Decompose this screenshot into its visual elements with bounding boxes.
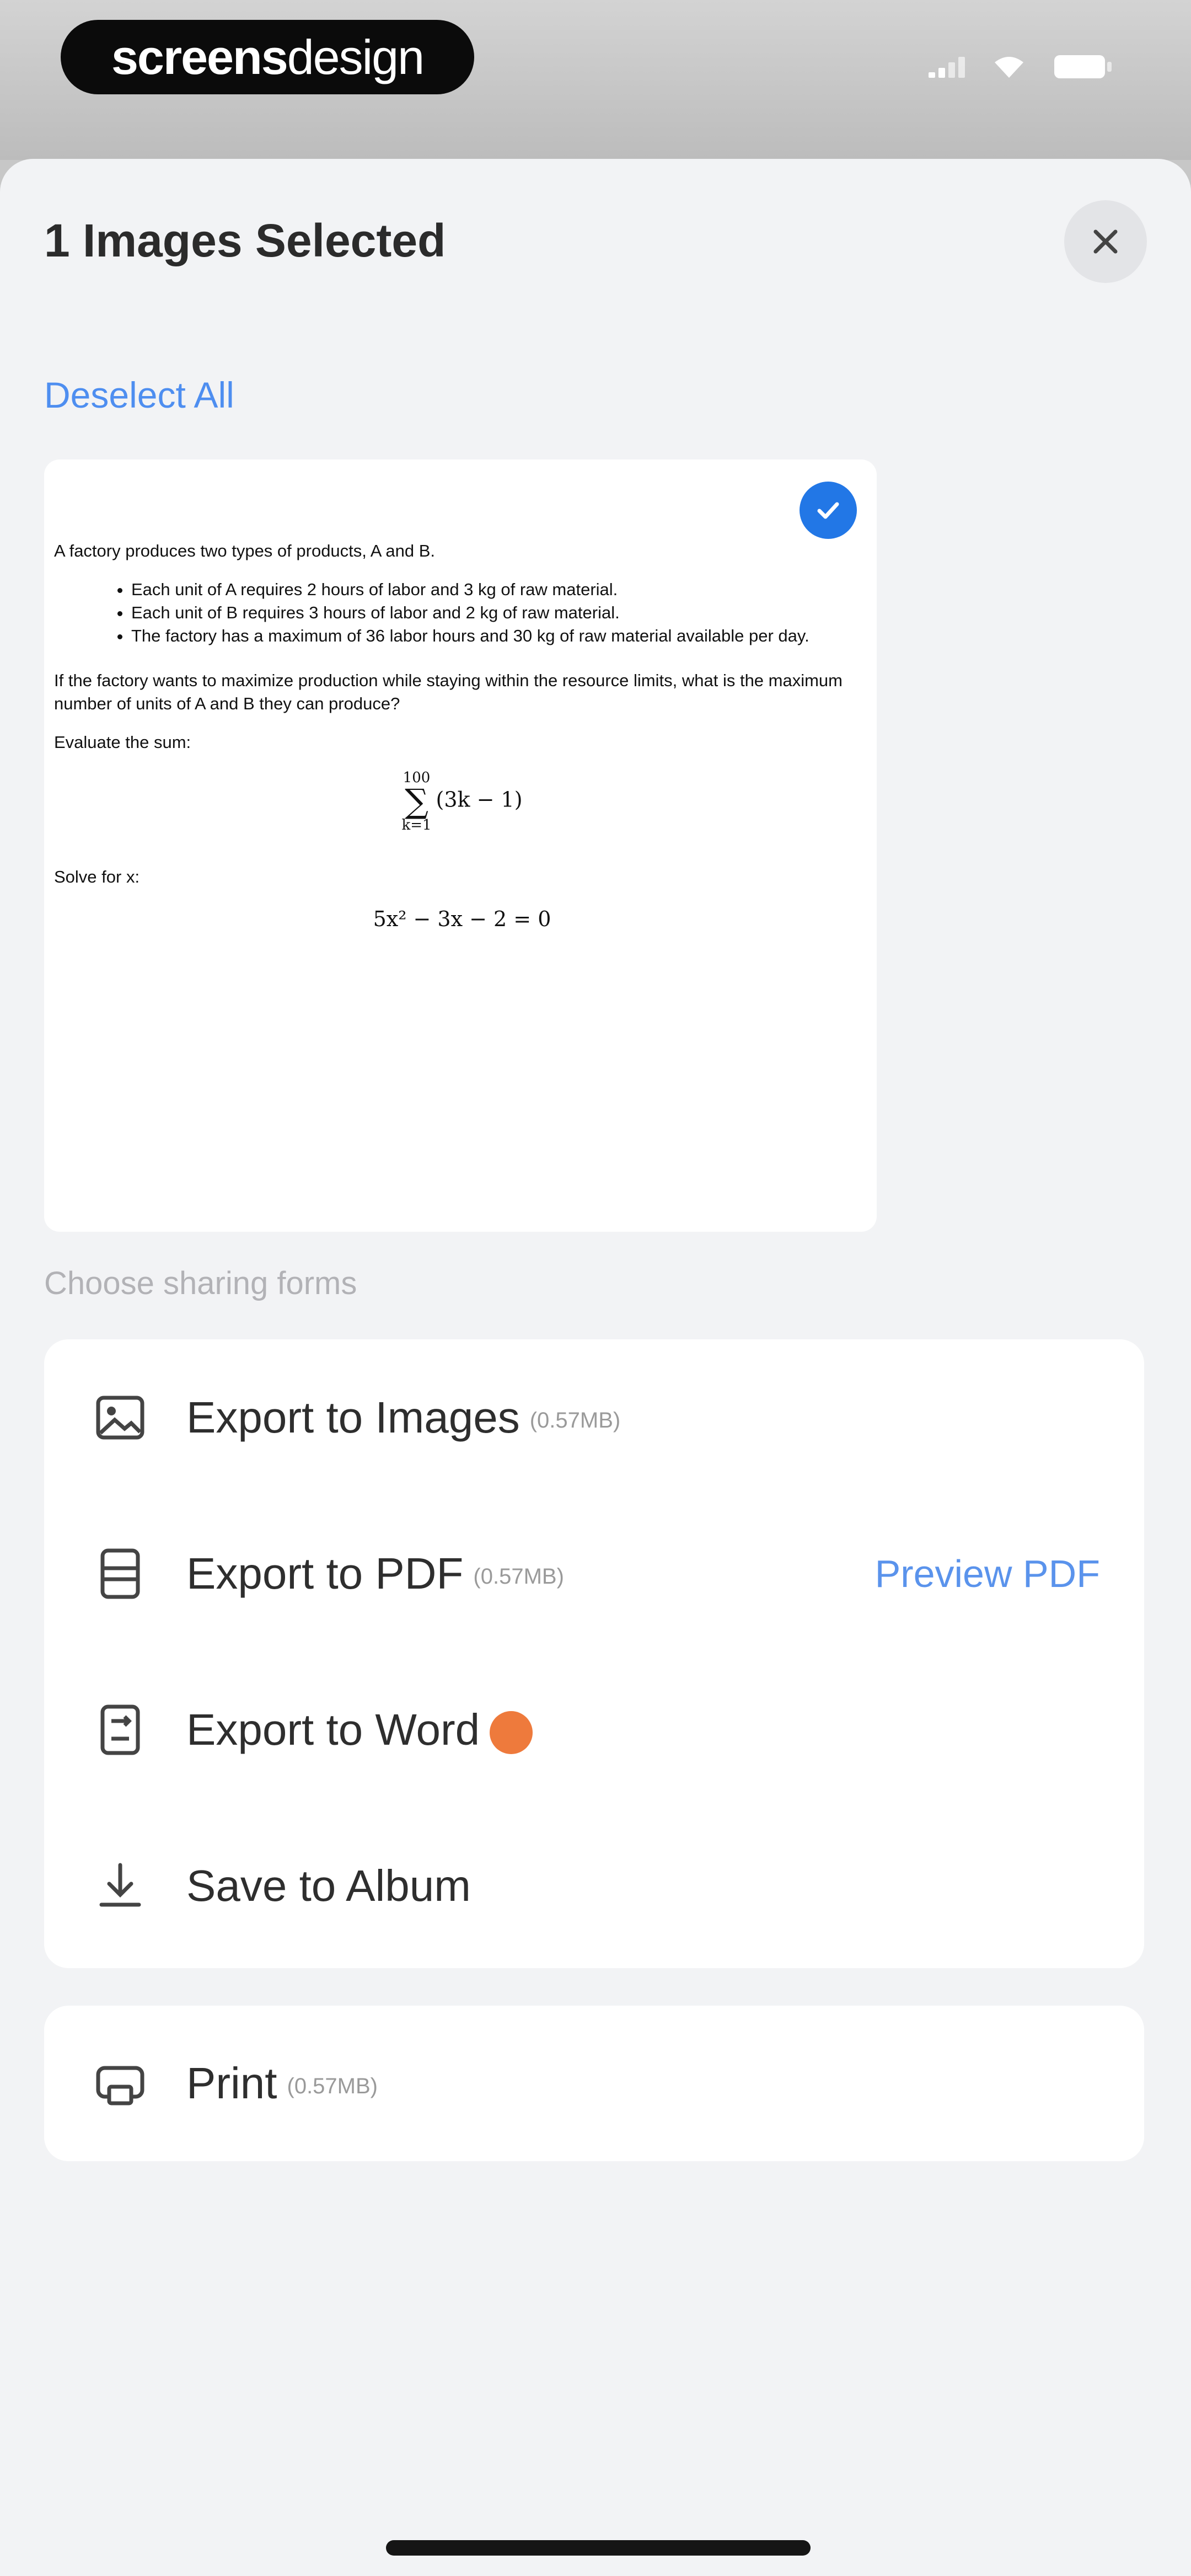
download-icon <box>99 1863 141 1906</box>
export-images-option[interactable]: Export to Images (0.57MB) <box>44 1339 1144 1495</box>
file-size: (0.57MB) <box>473 1564 564 1589</box>
share-sheet: 1 Images Selected Deselect All A factory… <box>0 159 1191 2576</box>
doc-bullet: Each unit of A requires 2 hours of labor… <box>131 578 870 601</box>
brand-logo: screens design <box>61 20 474 94</box>
selected-image-thumbnail[interactable]: A factory produces two types of products… <box>44 459 877 1232</box>
doc-question: If the factory wants to maximize product… <box>54 671 843 714</box>
preview-pdf-link[interactable]: Preview PDF <box>875 1552 1100 1596</box>
sum-expression: (3k − 1) <box>436 787 523 812</box>
cellular-signal-icon <box>929 56 965 78</box>
print-label: Print <box>186 2059 277 2108</box>
save-to-album-option[interactable]: Save to Album <box>44 1808 1144 1964</box>
export-pdf-option[interactable]: Export to PDF (0.57MB) Preview PDF <box>44 1495 1144 1652</box>
doc-bullet: Each unit of B requires 3 hours of labor… <box>131 601 870 624</box>
print-icon <box>96 2066 144 2105</box>
print-card: Print (0.57MB) <box>44 2006 1144 2161</box>
export-word-label: Export to Word <box>186 1704 480 1754</box>
sharing-options-card: Export to Images (0.57MB) Export to PDF (0… <box>44 1339 1144 1968</box>
doc-bullet: The factory has a maximum of 36 labor ho… <box>131 624 870 648</box>
document-preview: A factory produces two types of products… <box>54 539 870 966</box>
file-size: (0.57MB) <box>287 2074 378 2099</box>
export-images-label: Export to Images <box>186 1392 520 1442</box>
doc-bullet-list: Each unit of A requires 2 hours of labor… <box>54 578 870 648</box>
doc-equation: 5x² − 3x − 2 = 0 <box>373 906 551 931</box>
export-pdf-label: Export to PDF <box>186 1548 464 1598</box>
home-indicator[interactable] <box>386 2540 811 2556</box>
wifi-icon <box>993 55 1026 79</box>
premium-badge-icon <box>490 1711 533 1755</box>
brand-logo-bold: screens <box>111 29 288 84</box>
doc-sum-formula: 100 ∑ k=1(3k − 1) <box>401 769 523 833</box>
deselect-all-button[interactable]: Deselect All <box>44 374 234 416</box>
pdf-icon <box>100 1548 140 1599</box>
doc-intro: A factory produces two types of products… <box>54 541 436 560</box>
save-to-album-label: Save to Album <box>186 1861 471 1910</box>
file-size: (0.57MB) <box>529 1408 621 1433</box>
status-bar: screens design <box>0 0 1191 160</box>
status-icons <box>929 53 1114 81</box>
print-option[interactable]: Print (0.57MB) <box>44 2006 1144 2161</box>
sharing-section-label: Choose sharing forms <box>44 1265 357 1301</box>
sum-lower: k=1 <box>401 816 432 833</box>
battery-icon <box>1053 53 1114 81</box>
doc-evaluate-label: Evaluate the sum: <box>54 733 191 752</box>
brand-logo-light: design <box>287 29 425 84</box>
sheet-title: 1 Images Selected <box>44 215 446 266</box>
close-button[interactable] <box>1064 200 1147 283</box>
close-icon <box>1093 229 1118 254</box>
word-icon <box>100 1704 140 1755</box>
selected-check-icon[interactable] <box>800 482 857 539</box>
image-icon <box>96 1396 144 1439</box>
export-word-option[interactable]: Export to Word <box>44 1652 1144 1808</box>
doc-solve-label: Solve for x: <box>54 867 140 886</box>
